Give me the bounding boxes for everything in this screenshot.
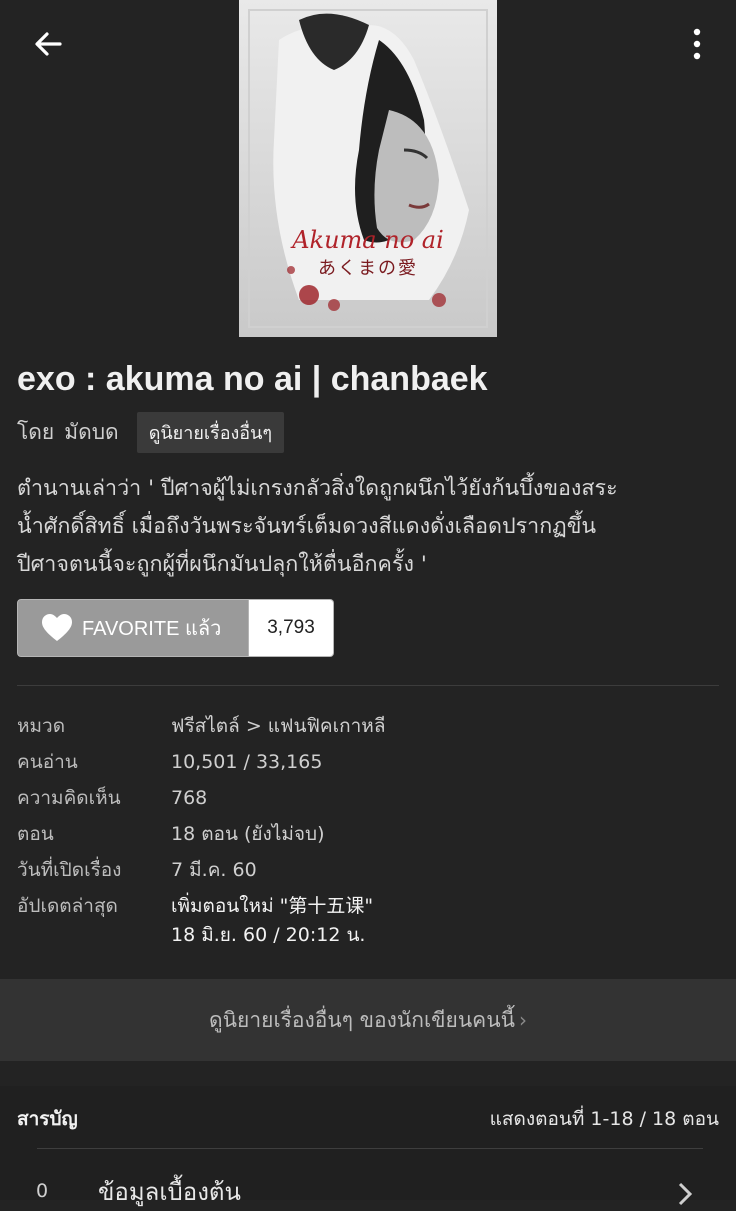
readers-value: 10,501 / 33,165 (171, 751, 323, 773)
favorite-count: 3,793 (249, 599, 334, 657)
info-row-comments: ความคิดเห็น 768 (17, 780, 719, 816)
synopsis-line: ตำนานเล่าว่า ' ปีศาจผู้ไม่เกรงกลัวสิ่งใด… (17, 476, 618, 501)
story-title: exo : akuma no ai | chanbaek (17, 360, 488, 398)
favorite-button[interactable]: FAVORITE แล้ว (17, 599, 249, 657)
favorite-label: FAVORITE แล้ว (82, 618, 222, 640)
updated-value: เพิ่มตอนใหม่ "第十五课" 18 มิ.ย. 60 / 20:12 … (171, 888, 373, 950)
divider (37, 1148, 703, 1149)
info-row-chapters: ตอน 18 ตอน (ยังไม่จบ) (17, 816, 719, 852)
chapters-label: ตอน (17, 823, 54, 845)
table-of-contents: สารบัญ แสดงตอนที่ 1-18 / 18 ตอน 0 ข้อมูล… (0, 1086, 736, 1206)
opened-value: 7 มี.ค. 60 (171, 859, 257, 881)
comments-label: ความคิดเห็น (17, 787, 121, 809)
story-info: หมวด ฟรีสไตล์ > แฟนฟิคเกาหลี คนอ่าน 10,5… (17, 708, 719, 950)
more-options-button[interactable] (682, 26, 712, 62)
toc-count: แสดงตอนที่ 1-18 / 18 ตอน (489, 1108, 719, 1130)
heart-icon (42, 614, 72, 641)
divider (17, 685, 719, 686)
comments-value: 768 (171, 787, 208, 809)
cover-title: Akuma no ai (292, 226, 444, 254)
updated-chapter: เพิ่มตอนใหม่ "第十五课" (171, 895, 374, 917)
back-arrow-icon (35, 32, 62, 56)
favorite-group: FAVORITE แล้ว 3,793 (17, 599, 334, 657)
chapter-number: 0 (36, 1180, 49, 1202)
back-button[interactable] (30, 26, 66, 62)
by-label: โดย (17, 419, 55, 444)
toc-header: สารบัญ แสดงตอนที่ 1-18 / 18 ตอน (17, 1104, 719, 1134)
chapters-value: 18 ตอน (ยังไม่จบ) (171, 823, 325, 845)
category-value: ฟรีสไตล์ > แฟนฟิคเกาหลี (171, 715, 386, 737)
cover-subtitle: あくまの愛 (318, 258, 418, 279)
more-works-button[interactable]: ดูนิยายเรื่องอื่นๆ ของนักเขียนคนนี้ › (0, 979, 736, 1061)
category-label: หมวด (17, 715, 66, 737)
updated-label: อัปเดตล่าสุด (17, 895, 118, 917)
synopsis-line: น้ำศักดิ์สิทธิ์ เมื่อถึงวันพระจันทร์เต็ม… (17, 514, 597, 539)
chevron-right-icon: › (518, 1008, 527, 1032)
info-row-opened: วันที่เปิดเรื่อง 7 มี.ค. 60 (17, 852, 719, 888)
readers-label: คนอ่าน (17, 751, 78, 773)
more-works-label: ดูนิยายเรื่องอื่นๆ ของนักเขียนคนนี้ (209, 1007, 515, 1032)
cover-image: Akuma no ai あくまの愛 (239, 0, 497, 337)
synopsis: ตำนานเล่าว่า ' ปีศาจผู้ไม่เกรงกลัวสิ่งใด… (17, 470, 722, 584)
info-row-readers: คนอ่าน 10,501 / 33,165 (17, 744, 719, 780)
synopsis-line: ปีศาจตนนี้จะถูกผู้ที่ผนึกมันปลุกให้ตื่นอ… (17, 552, 427, 577)
more-by-author-button[interactable]: ดูนิยายเรื่องอื่นๆ (136, 411, 285, 453)
updated-date: 18 มิ.ย. 60 / 20:12 น. (171, 924, 366, 946)
toc-title: สารบัญ (17, 1108, 78, 1130)
more-vert-icon (693, 28, 701, 60)
author-row: โดย มัดบด ดูนิยายเรื่องอื่นๆ (17, 411, 285, 453)
chapter-title: ข้อมูลเบื้องต้น (98, 1178, 241, 1206)
chevron-right-icon (678, 1182, 693, 1206)
info-row-updated: อัปเดตล่าสุด เพิ่มตอนใหม่ "第十五课" 18 มิ.ย… (17, 888, 719, 950)
cover-art (239, 0, 497, 337)
list-item[interactable]: 0 ข้อมูลเบื้องต้น (0, 1166, 736, 1206)
author-name[interactable]: มัดบด (64, 416, 118, 449)
info-row-category: หมวด ฟรีสไตล์ > แฟนฟิคเกาหลี (17, 708, 719, 744)
opened-label: วันที่เปิดเรื่อง (17, 859, 122, 881)
